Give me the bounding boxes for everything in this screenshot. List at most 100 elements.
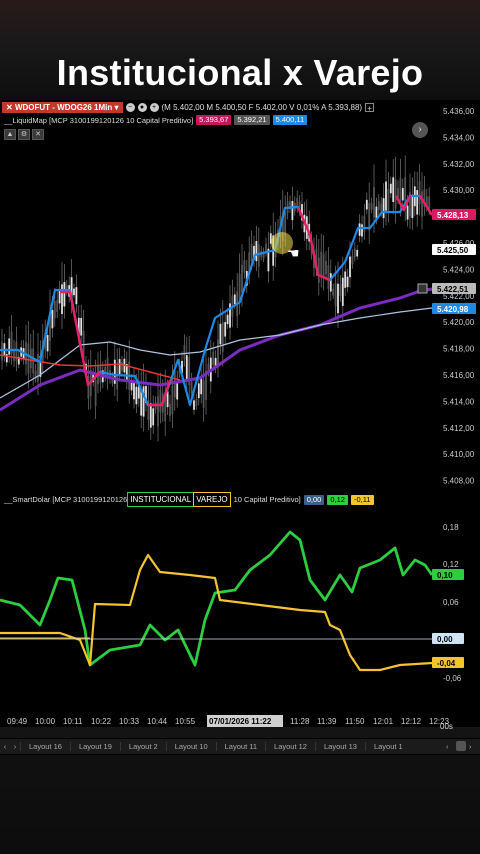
tabs-scroll-icon[interactable] [456, 741, 466, 751]
candle-body [238, 273, 241, 301]
candle-body [241, 265, 243, 293]
candle-body [80, 317, 83, 336]
candle-body [63, 282, 66, 307]
crosshair-icon [417, 283, 428, 294]
candle-body [373, 187, 375, 218]
time-tick: 09:49 [7, 717, 28, 726]
candle-body [121, 362, 123, 371]
candle-body [221, 322, 224, 352]
time-tick: 11:50 [345, 717, 365, 726]
osc-tick: 0,18 [443, 523, 459, 532]
osc-marker-label: 0,10 [437, 571, 453, 580]
candle-body [149, 403, 152, 428]
price-marker-label: 5.425,50 [437, 246, 469, 255]
layout-tab[interactable]: Layout 19 [69, 742, 120, 751]
candle-body [291, 200, 294, 221]
candle-body [224, 322, 227, 337]
price-marker-label: 5.420,98 [437, 305, 469, 314]
price-tick: 5.408,00 [443, 477, 475, 486]
price-tick: 5.424,00 [443, 265, 475, 274]
price-tick: 5.414,00 [443, 397, 475, 406]
candle-body [428, 196, 431, 209]
layout-tabs: ‹ › Layout 16 Layout 19 Layout 2 Layout 10 L… [0, 739, 480, 754]
osc-marker-label: -0,04 [437, 659, 456, 668]
candle-body [75, 287, 78, 305]
time-cursor-label: 07/01/2026 11:22 [209, 717, 272, 726]
liquidmap-base-line [0, 307, 433, 399]
osc-tick: 0,06 [443, 598, 459, 607]
candle-body [399, 178, 402, 204]
tabs-left-icon[interactable]: ‹ [0, 742, 10, 751]
candle-body [233, 294, 236, 305]
candle-body [389, 183, 392, 194]
time-tick: 10:11 [63, 717, 83, 726]
candle-body [370, 203, 373, 210]
candle-body [56, 300, 59, 313]
osc-marker-label: 0,00 [437, 635, 453, 644]
candle-body [332, 288, 335, 296]
tabs-next-icon[interactable]: › [469, 742, 472, 751]
tabs-right-icon[interactable]: › [10, 742, 20, 751]
institucional-line [0, 530, 434, 667]
candle-body [356, 249, 359, 257]
price-axis: 5.436,005.434,005.432,005.430,005.428,00… [417, 107, 476, 486]
candle-body [377, 200, 380, 211]
price-tick: 5.436,00 [443, 107, 475, 116]
time-tick: 10:22 [91, 717, 112, 726]
layout-tab[interactable]: Layout 2 [119, 742, 166, 751]
footer-background [0, 755, 480, 854]
candle-body [46, 335, 49, 352]
candle-body [53, 300, 56, 319]
layout-tab[interactable]: Layout 13 [314, 742, 365, 751]
candle-body [418, 181, 421, 205]
price-tick: 5.410,00 [443, 450, 475, 459]
layout-tab[interactable]: Layout 12 [265, 742, 315, 751]
candle-body [255, 241, 258, 262]
price-marker-label: 5.428,13 [437, 211, 469, 220]
candle-body [416, 190, 419, 215]
candle-body [401, 188, 404, 201]
layout-tab[interactable]: Layout 11 [215, 742, 265, 751]
layout-tab[interactable]: Layout 16 [20, 742, 70, 751]
candle-body [329, 273, 332, 292]
candle-body [171, 385, 174, 414]
osc-tick: -0,06 [443, 674, 462, 683]
price-chart[interactable]: ☚ 5.436,00 5.434,00 5.432,00 5.430,00 5.428,… [0, 0, 480, 754]
candle-body [341, 277, 344, 306]
candle-body [394, 179, 397, 209]
time-tick: 12:12 [401, 717, 422, 726]
candle-body [140, 390, 143, 416]
time-tick: 10:44 [147, 717, 168, 726]
tabs-more-icon[interactable]: ‹ [446, 742, 449, 751]
candle-body [368, 203, 371, 231]
candle-body [212, 351, 215, 365]
price-tick: 5.430,00 [443, 186, 475, 195]
hand-cursor-icon: ☚ [287, 245, 300, 261]
osc-tick: 0,12 [443, 560, 459, 569]
candle-body [353, 248, 356, 258]
candle-body [250, 243, 253, 262]
layout-tab[interactable]: Layout 10 [165, 742, 216, 751]
time-tick: 12:01 [373, 717, 394, 726]
candle-body [351, 255, 354, 265]
candle-body [173, 371, 176, 398]
candle-body [135, 386, 138, 405]
price-tick: 5.420,00 [443, 318, 475, 327]
candle-body [361, 224, 363, 237]
date-strip [0, 727, 480, 738]
layout-tab[interactable]: Layout 1 [364, 742, 411, 751]
candle-body [73, 288, 75, 296]
candle-body [142, 386, 145, 417]
candle-body [152, 408, 155, 426]
candle-body [226, 314, 229, 325]
candle-body [382, 198, 385, 219]
candle-body [385, 181, 387, 211]
candle-body [322, 253, 325, 279]
time-tick: 10:33 [119, 717, 140, 726]
price-tick: 5.412,00 [443, 424, 475, 433]
candlesticks [1, 155, 431, 442]
candle-body [195, 398, 198, 407]
price-marker-label: 5.422,51 [437, 285, 469, 294]
candle-body [327, 265, 330, 289]
seconds-readout: 00s [440, 722, 453, 731]
